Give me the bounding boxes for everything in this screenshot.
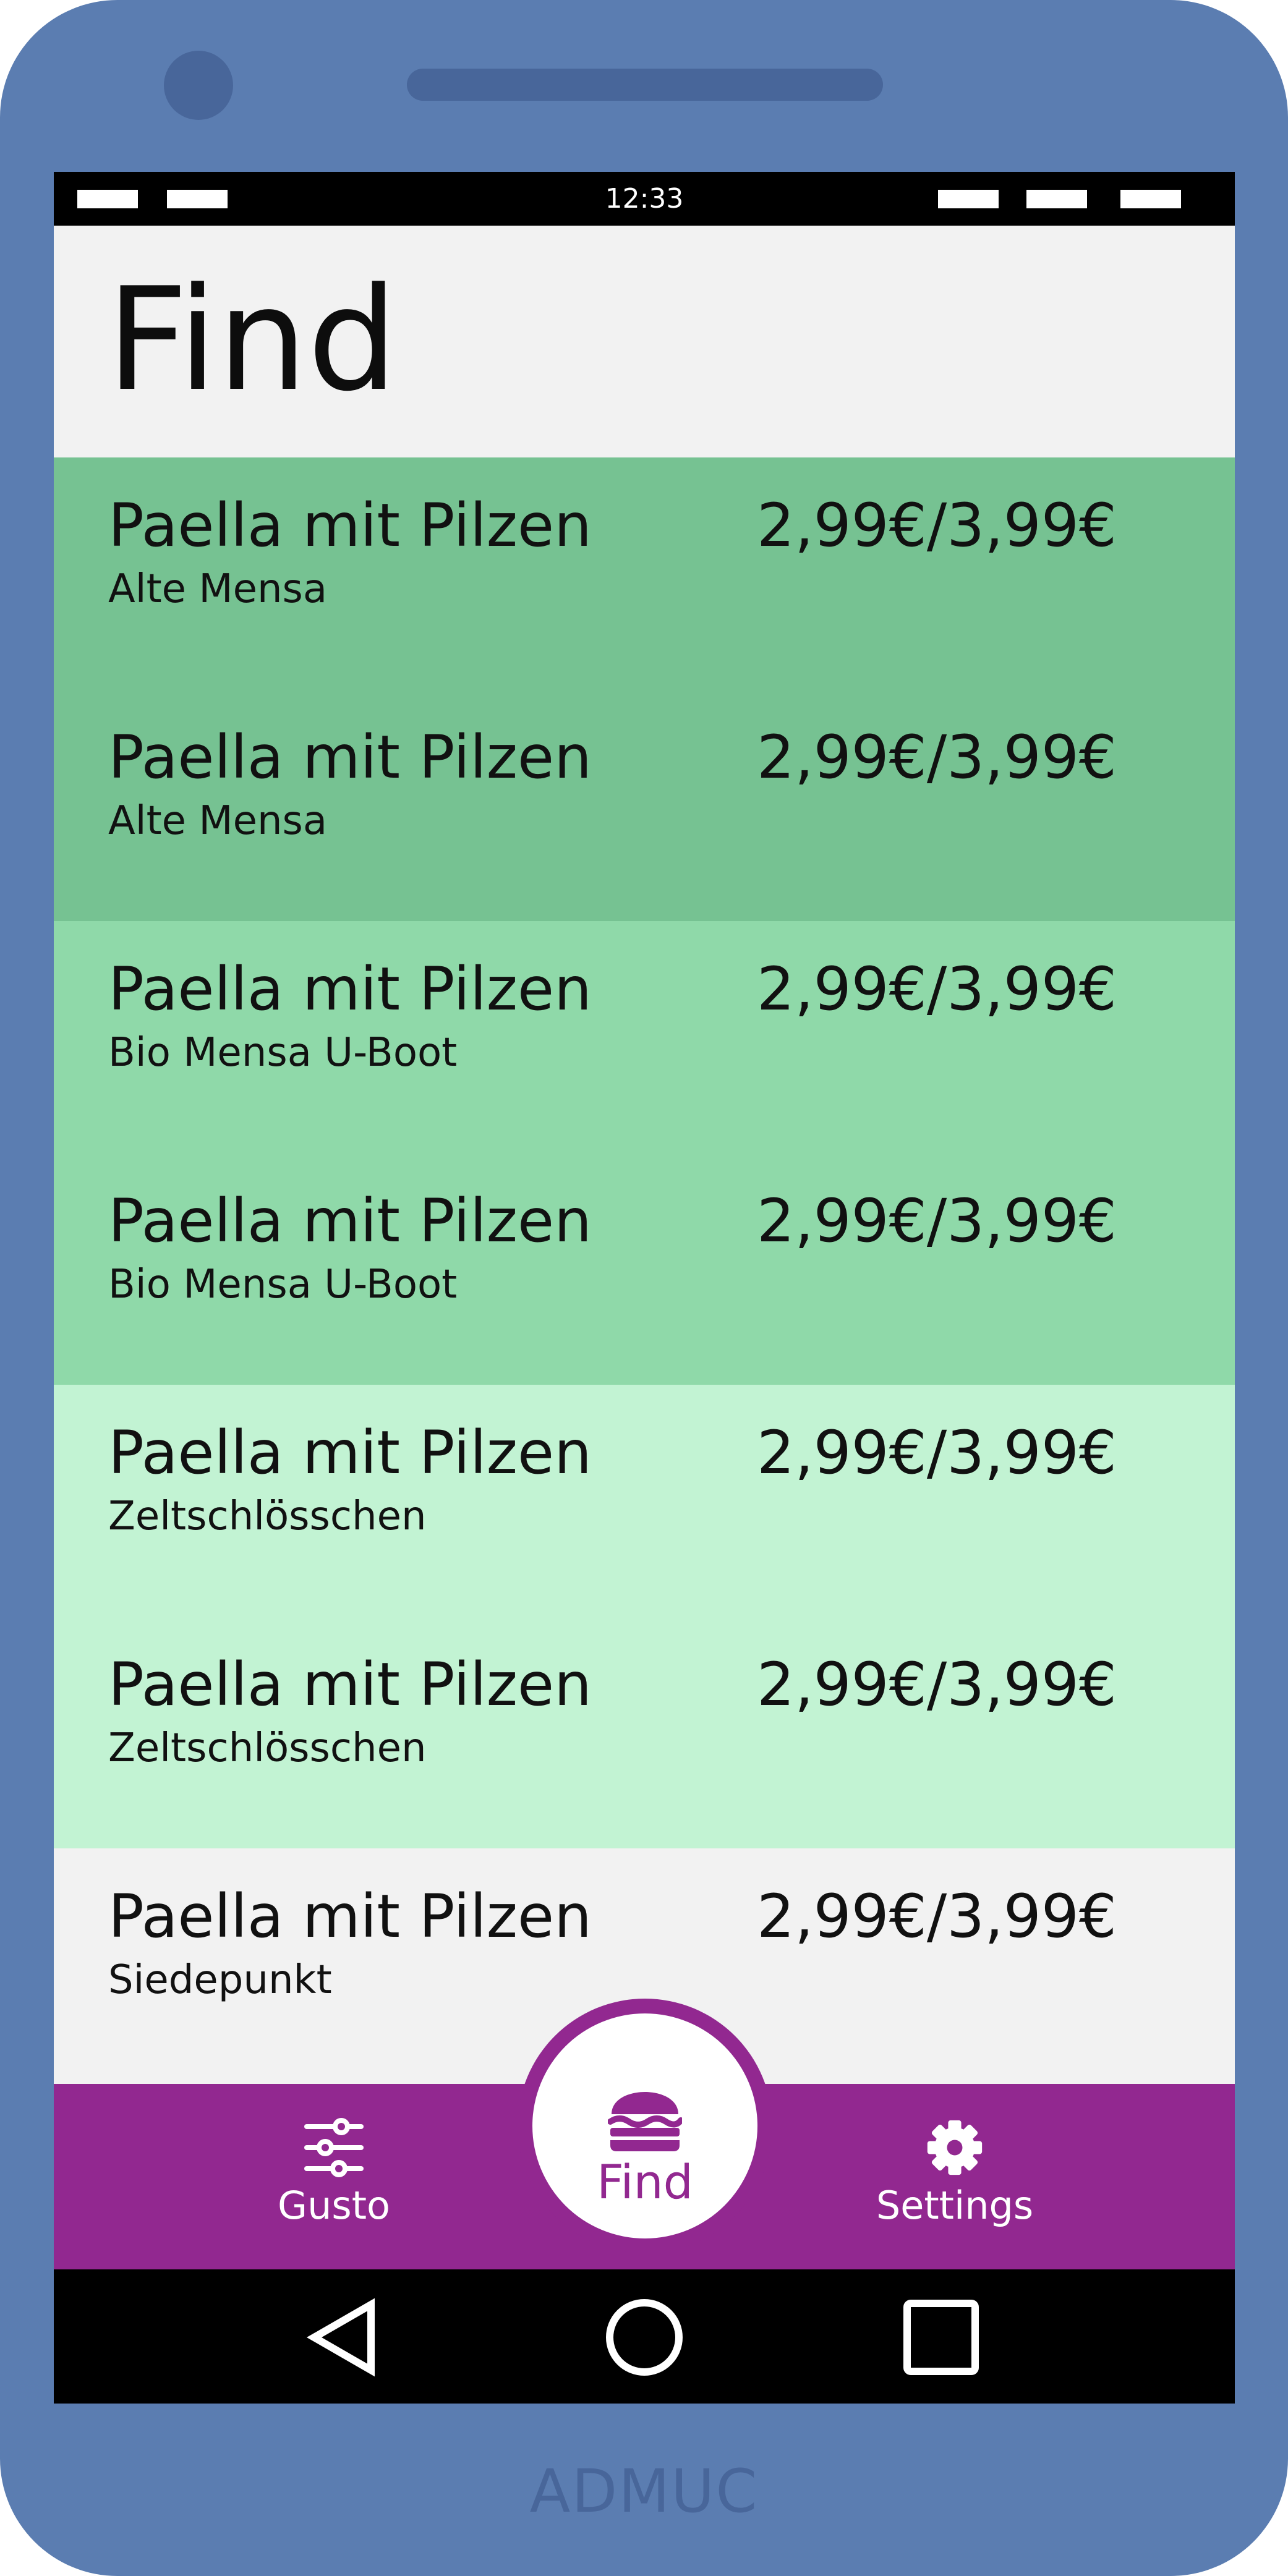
gear-icon: [927, 2120, 983, 2175]
system-nav-bar: [54, 2269, 1235, 2404]
meal-list-item[interactable]: Paella mit Pilzen Alte Mensa 2,99€/3,99€: [54, 689, 1235, 921]
home-circle-icon[interactable]: [604, 2297, 685, 2378]
meal-location: Alte Mensa: [108, 798, 328, 844]
phone-frame: 12:33 Find Paella mit Pilzen Alte Mensa …: [0, 0, 1288, 2576]
meal-name: Paella mit Pilzen: [108, 1650, 592, 1719]
meal-location: Siedepunkt: [108, 1957, 332, 2003]
status-indicator-right-3: [1120, 190, 1181, 208]
meal-list: Paella mit Pilzen Alte Mensa 2,99€/3,99€…: [54, 457, 1235, 2080]
nav-item-gusto[interactable]: Gusto: [204, 2084, 464, 2269]
meal-price: 2,99€/3,99€: [757, 1186, 1117, 1256]
meal-list-item[interactable]: Paella mit Pilzen Bio Mensa U-Boot 2,99€…: [54, 921, 1235, 1153]
sliders-icon: [304, 2118, 364, 2177]
screen: 12:33 Find Paella mit Pilzen Alte Mensa …: [54, 172, 1235, 2404]
meal-price: 2,99€/3,99€: [757, 723, 1117, 792]
meal-list-item[interactable]: Paella mit Pilzen Zeltschlösschen 2,99€/…: [54, 1385, 1235, 1617]
nav-item-label: Gusto: [278, 2183, 390, 2228]
meal-price: 2,99€/3,99€: [757, 491, 1117, 560]
meal-location: Bio Mensa U-Boot: [108, 1030, 458, 1076]
meal-name: Paella mit Pilzen: [108, 1418, 592, 1487]
front-camera: [164, 51, 233, 120]
meal-location: Alte Mensa: [108, 566, 328, 612]
meal-name: Paella mit Pilzen: [108, 1186, 592, 1256]
page-title: Find: [106, 258, 398, 423]
app-header: Find: [54, 226, 1235, 457]
recents-square-icon[interactable]: [901, 2297, 981, 2378]
meal-price: 2,99€/3,99€: [757, 1650, 1117, 1719]
meal-price: 2,99€/3,99€: [757, 1882, 1117, 1951]
back-triangle-icon[interactable]: [304, 2297, 385, 2378]
burger-icon: [608, 2092, 682, 2151]
nav-item-find[interactable]: Find: [532, 2013, 757, 2238]
meal-location: Zeltschlösschen: [108, 1494, 427, 1539]
earpiece-speaker: [407, 69, 883, 101]
status-indicator-right-1: [938, 190, 999, 208]
nav-item-label: Find: [597, 2154, 693, 2209]
status-bar: 12:33: [54, 172, 1235, 226]
nav-item-settings[interactable]: Settings: [825, 2084, 1085, 2269]
meal-name: Paella mit Pilzen: [108, 954, 592, 1024]
meal-location: Bio Mensa U-Boot: [108, 1262, 458, 1307]
meal-list-item[interactable]: Paella mit Pilzen Alte Mensa 2,99€/3,99€: [54, 457, 1235, 689]
meal-location: Zeltschlösschen: [108, 1725, 427, 1771]
brand-logo: ADMUC: [529, 2457, 759, 2526]
meal-name: Paella mit Pilzen: [108, 491, 592, 560]
meal-price: 2,99€/3,99€: [757, 954, 1117, 1024]
meal-name: Paella mit Pilzen: [108, 1882, 592, 1951]
status-indicator-right-2: [1026, 190, 1087, 208]
meal-name: Paella mit Pilzen: [108, 723, 592, 792]
meal-price: 2,99€/3,99€: [757, 1418, 1117, 1487]
meal-list-item[interactable]: Paella mit Pilzen Zeltschlösschen 2,99€/…: [54, 1617, 1235, 1848]
meal-list-item[interactable]: Paella mit Pilzen Bio Mensa U-Boot 2,99€…: [54, 1153, 1235, 1385]
nav-item-label: Settings: [876, 2183, 1034, 2228]
